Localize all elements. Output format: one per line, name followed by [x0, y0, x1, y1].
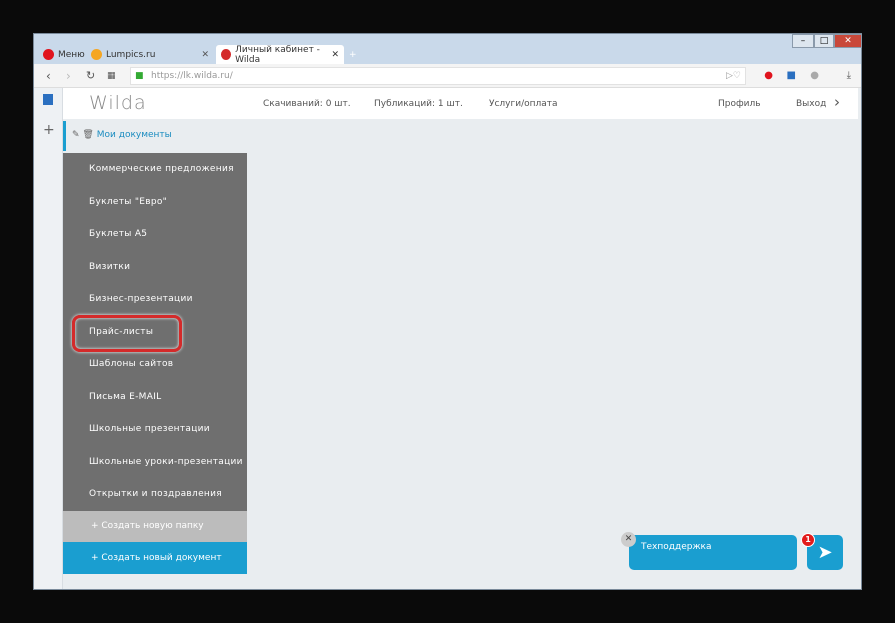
wilda-favicon-icon: [221, 49, 232, 60]
new-tab-icon[interactable]: +: [344, 45, 362, 64]
opera-extension-icon[interactable]: ●: [764, 70, 773, 81]
site-header: Wilda Скачиваний: 0 шт. Публикаций: 1 шт…: [63, 88, 858, 119]
translate-extension-icon[interactable]: ■: [787, 70, 796, 81]
chevron-right-icon[interactable]: ›: [834, 93, 840, 111]
close-tab-icon[interactable]: ✕: [331, 50, 339, 60]
tab-label: Lumpics.ru: [106, 49, 156, 60]
support-chat-bubble[interactable]: Техподдержка: [629, 535, 797, 570]
folder-item[interactable]: Шаблоны сайтов: [63, 348, 247, 381]
logout-link[interactable]: Выход: [796, 99, 826, 109]
opera-menu-button[interactable]: Меню: [38, 45, 90, 64]
folder-item[interactable]: Открытки и поздравления: [63, 478, 247, 511]
downloads-counter: Скачиваний: 0 шт.: [263, 99, 351, 109]
tab-lumpics[interactable]: Lumpics.ru ✕: [86, 45, 214, 64]
download-icon[interactable]: ⤓: [847, 70, 851, 81]
wilda-logo[interactable]: Wilda: [89, 92, 147, 114]
lock-icon: ■: [135, 71, 144, 81]
folder-item[interactable]: Бизнес-презентации: [63, 283, 247, 316]
add-sidebar-icon[interactable]: +: [43, 122, 55, 138]
tab-label: Меню: [58, 49, 85, 60]
trash-icon[interactable]: 🗑: [82, 130, 93, 140]
notification-badge: 1: [801, 533, 815, 547]
support-label: Техподдержка: [641, 542, 712, 552]
url-text: https://lk.wilda.ru/: [151, 71, 233, 81]
folder-item[interactable]: Буклеты А5: [63, 218, 247, 251]
tab-wilda[interactable]: Личный кабинет - Wilda ✕: [216, 44, 344, 65]
tab-label: Личный кабинет - Wilda: [235, 44, 320, 65]
folder-item[interactable]: Школьные презентации: [63, 413, 247, 446]
create-folder-button[interactable]: + Создать новую папку: [63, 510, 247, 542]
folder-item[interactable]: Коммерческие предложения: [63, 153, 247, 186]
folder-menu: Коммерческие предложения Буклеты "Евро" …: [63, 153, 247, 574]
translate-sidebar-icon[interactable]: [43, 94, 53, 105]
address-bar: ‹ › ↻ ▦ ■ https://lk.wilda.ru/ ▷♡ ● ■ ● ⤓: [34, 64, 861, 88]
close-window-button[interactable]: ✕: [834, 34, 862, 48]
folder-item[interactable]: Школьные уроки-презентации: [63, 446, 247, 479]
minimize-button[interactable]: –: [792, 34, 814, 48]
favicon-icon: [91, 49, 102, 60]
reload-icon[interactable]: ↻: [86, 69, 95, 82]
create-document-button[interactable]: + Создать новый документ: [63, 541, 247, 574]
folder-item[interactable]: Визитки: [63, 251, 247, 284]
vpn-extension-icon[interactable]: ●: [810, 70, 819, 81]
my-documents-title: Мои документы: [96, 130, 172, 140]
my-documents-header[interactable]: ✎ 🗑 Мои документы: [63, 121, 247, 151]
highlight-annotation: [72, 315, 182, 352]
tab-bar: Меню Lumpics.ru ✕ Личный кабинет - Wilda ✕…: [34, 42, 861, 65]
profile-link[interactable]: Профиль: [718, 99, 761, 109]
bookmark-heart-icon[interactable]: ▷♡: [726, 71, 741, 81]
opera-icon: [43, 49, 54, 60]
browser-window: Меню Lumpics.ru ✕ Личный кабинет - Wilda ✕…: [33, 33, 862, 590]
url-input[interactable]: ■ https://lk.wilda.ru/ ▷♡: [130, 67, 746, 85]
folder-item[interactable]: Буклеты "Евро": [63, 186, 247, 219]
maximize-button[interactable]: □: [814, 34, 834, 48]
back-icon[interactable]: ‹: [46, 69, 51, 83]
forward-icon[interactable]: ›: [66, 69, 71, 83]
services-link[interactable]: Услуги/оплата: [489, 99, 558, 109]
publications-counter: Публикаций: 1 шт.: [374, 99, 463, 109]
speed-dial-icon[interactable]: ▦: [107, 71, 116, 81]
folder-item[interactable]: Письма E-MAIL: [63, 381, 247, 414]
opera-sidebar: +: [34, 88, 63, 589]
edit-icon[interactable]: ✎: [72, 130, 80, 140]
close-chat-icon[interactable]: ✕: [621, 532, 636, 547]
close-tab-icon[interactable]: ✕: [201, 50, 209, 60]
